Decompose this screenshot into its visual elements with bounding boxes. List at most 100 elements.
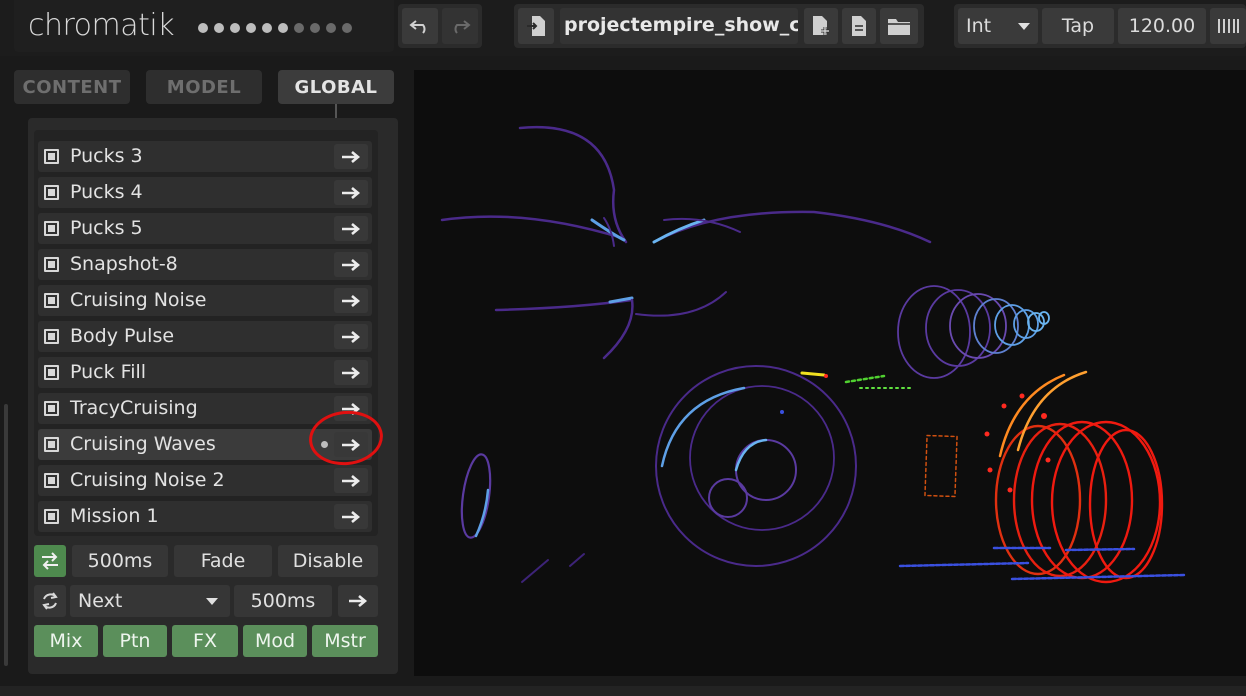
- pattern-enable-checkbox[interactable]: [44, 473, 59, 488]
- arrow-right-icon: [342, 150, 361, 163]
- clock-source-select[interactable]: Int: [958, 8, 1038, 44]
- page-dot[interactable]: [214, 23, 224, 33]
- arrow-right-icon: [342, 510, 361, 523]
- page-dot[interactable]: [198, 23, 208, 33]
- save-button[interactable]: [842, 8, 876, 44]
- top-bar: chromatik projectempire_show_c Int Tap 1…: [0, 0, 1246, 56]
- transition-time-field[interactable]: 500ms: [72, 545, 168, 577]
- modulation-button[interactable]: Mod: [243, 625, 307, 657]
- pattern-button[interactable]: Ptn: [103, 625, 167, 657]
- pattern-row-snapshot-8[interactable]: Snapshot-8: [38, 249, 372, 280]
- pattern-label: Pucks 3: [70, 145, 143, 167]
- arrow-right-icon: [342, 258, 361, 271]
- pattern-label: Cruising Noise 2: [70, 469, 225, 491]
- pattern-row-cruising-noise[interactable]: Cruising Noise: [38, 285, 372, 316]
- tap-label: Tap: [1061, 15, 1095, 37]
- clock-source-value: Int: [966, 15, 992, 37]
- refresh-icon: [42, 592, 58, 610]
- metronome-button[interactable]: [1210, 8, 1246, 44]
- redo-button[interactable]: [442, 8, 478, 44]
- pattern-label: Snapshot-8: [70, 253, 178, 275]
- arrow-right-icon: [349, 595, 368, 607]
- transition-toggle[interactable]: [34, 545, 66, 577]
- arrow-right-icon: [342, 366, 361, 379]
- page-dot[interactable]: [342, 23, 352, 33]
- auto-cycle-time-field[interactable]: 500ms: [234, 585, 332, 617]
- pattern-enable-checkbox[interactable]: [44, 401, 59, 416]
- bpm-field[interactable]: 120.00: [1118, 8, 1206, 44]
- pattern-enable-checkbox[interactable]: [44, 509, 59, 524]
- app-name: chromatik: [28, 8, 175, 43]
- left-scrollbar[interactable]: [4, 404, 8, 666]
- transition-mode-button[interactable]: Disable: [278, 545, 378, 577]
- led-visualizer: [440, 125, 1186, 584]
- arrow-right-icon: [342, 474, 361, 487]
- auto-cycle-toggle[interactable]: [34, 585, 66, 617]
- launch-pattern-button[interactable]: [334, 180, 368, 205]
- tab-connector: [335, 104, 337, 118]
- tab-content[interactable]: CONTENT: [14, 70, 130, 104]
- arrow-right-icon: [342, 294, 361, 307]
- page-dot[interactable]: [326, 23, 336, 33]
- pattern-list[interactable]: Pucks 3 Pucks 4 Pucks 5 Snapshot-8 Cruis…: [34, 130, 378, 536]
- bpm-value: 120.00: [1128, 15, 1196, 37]
- arrow-right-icon: [342, 186, 361, 199]
- transition-blend-select[interactable]: Fade: [174, 545, 272, 577]
- undo-button[interactable]: [402, 8, 438, 44]
- tab-model[interactable]: MODEL: [146, 70, 262, 104]
- new-project-button[interactable]: [804, 8, 838, 44]
- beat-bars-icon: [1218, 19, 1239, 33]
- launch-pattern-button[interactable]: [334, 360, 368, 385]
- pattern-enable-checkbox[interactable]: [44, 185, 59, 200]
- pattern-enable-checkbox[interactable]: [44, 149, 59, 164]
- project-name[interactable]: projectempire_show_c: [560, 8, 798, 44]
- pattern-label: TracyCruising: [70, 397, 198, 419]
- pattern-label: Puck Fill: [70, 361, 147, 383]
- pattern-row-puck-fill[interactable]: Puck Fill: [38, 357, 372, 388]
- status-strip: [0, 686, 1246, 696]
- pattern-row-body-pulse[interactable]: Body Pulse: [38, 321, 372, 352]
- page-dot[interactable]: [310, 23, 320, 33]
- pattern-label: Cruising Noise: [70, 289, 207, 311]
- page-dot[interactable]: [246, 23, 256, 33]
- launch-pattern-button[interactable]: [334, 324, 368, 349]
- pattern-enable-checkbox[interactable]: [44, 437, 59, 452]
- page-dot[interactable]: [278, 23, 288, 33]
- chevron-down-icon: [206, 598, 218, 605]
- launch-pattern-button[interactable]: [334, 216, 368, 241]
- tap-button[interactable]: Tap: [1042, 8, 1114, 44]
- page-dot[interactable]: [294, 23, 304, 33]
- tab-global[interactable]: GLOBAL: [278, 70, 394, 104]
- pattern-enable-checkbox[interactable]: [44, 257, 59, 272]
- pattern-row-mission-1[interactable]: Mission 1: [38, 501, 372, 532]
- launch-pattern-button[interactable]: [334, 144, 368, 169]
- launch-pattern-button[interactable]: [334, 504, 368, 529]
- page-dot[interactable]: [262, 23, 272, 33]
- redo-icon: [454, 20, 471, 34]
- pattern-enable-checkbox[interactable]: [44, 293, 59, 308]
- open-button[interactable]: [880, 8, 918, 44]
- pattern-enable-checkbox[interactable]: [44, 365, 59, 380]
- next-pattern-button[interactable]: [338, 585, 378, 617]
- master-button[interactable]: Mstr: [312, 625, 378, 657]
- brand-area: chromatik: [14, 0, 394, 52]
- mix-button[interactable]: Mix: [34, 625, 98, 657]
- pattern-row-cruising-noise-2[interactable]: Cruising Noise 2: [38, 465, 372, 496]
- pattern-enable-checkbox[interactable]: [44, 221, 59, 236]
- launch-pattern-button[interactable]: [334, 468, 368, 493]
- launch-pattern-button[interactable]: [334, 252, 368, 277]
- pattern-row-pucks-3[interactable]: Pucks 3: [38, 141, 372, 172]
- import-button[interactable]: [518, 8, 554, 44]
- pattern-row-pucks-5[interactable]: Pucks 5: [38, 213, 372, 244]
- pattern-enable-checkbox[interactable]: [44, 329, 59, 344]
- launch-pattern-button[interactable]: [334, 288, 368, 313]
- auto-cycle-mode-select[interactable]: Next: [70, 585, 230, 617]
- arrow-right-icon: [342, 222, 361, 235]
- pattern-label: Pucks 4: [70, 181, 143, 203]
- arrow-right-icon: [342, 330, 361, 343]
- fx-button[interactable]: FX: [172, 625, 238, 657]
- pattern-row-pucks-4[interactable]: Pucks 4: [38, 177, 372, 208]
- page-dot[interactable]: [230, 23, 240, 33]
- 3d-preview-viewport[interactable]: [414, 70, 1246, 676]
- import-file-icon: [527, 16, 545, 36]
